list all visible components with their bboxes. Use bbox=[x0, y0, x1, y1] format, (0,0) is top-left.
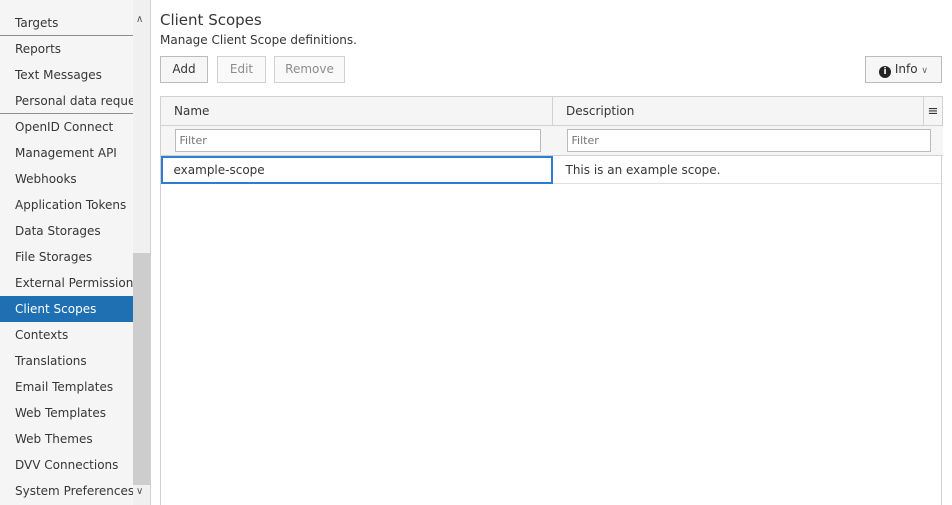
page-title: Client Scopes bbox=[160, 11, 262, 29]
column-header-description[interactable]: Description bbox=[552, 96, 924, 126]
sidebar-item-system-preferences[interactable]: System Preferences bbox=[0, 478, 133, 504]
sidebar-item-data-storages[interactable]: Data Storages bbox=[0, 218, 133, 244]
page-subtitle: Manage Client Scope definitions. bbox=[160, 33, 357, 47]
edit-button[interactable]: Edit bbox=[217, 56, 266, 83]
main-content: Client Scopes Manage Client Scope defini… bbox=[160, 0, 952, 84]
scroll-down-icon[interactable]: ∨ bbox=[136, 486, 143, 497]
name-filter-input[interactable] bbox=[174, 129, 541, 152]
table-row[interactable]: example-scope This is an example scope. bbox=[160, 155, 943, 184]
sidebar: Targets Reports Text Messages Personal d… bbox=[0, 0, 151, 505]
column-header-name[interactable]: Name bbox=[160, 96, 553, 126]
sidebar-item-email-templates[interactable]: Email Templates bbox=[0, 374, 133, 400]
sidebar-item-external-permissions[interactable]: External Permissions bbox=[0, 270, 133, 296]
info-label: Info bbox=[894, 62, 918, 76]
sidebar-item-contexts[interactable]: Contexts bbox=[0, 322, 133, 348]
sidebar-item-management-api[interactable]: Management API bbox=[0, 140, 133, 166]
sidebar-item-webhooks[interactable]: Webhooks bbox=[0, 166, 133, 192]
sidebar-item-personal-data-requests[interactable]: Personal data requests bbox=[0, 88, 133, 114]
chevron-down-icon: ∨ bbox=[921, 66, 928, 76]
sidebar-item-text-messages[interactable]: Text Messages bbox=[0, 62, 133, 88]
sidebar-item-web-themes[interactable]: Web Themes bbox=[0, 426, 133, 452]
name-filter-cell bbox=[160, 125, 553, 156]
sidebar-item-client-scopes[interactable]: Client Scopes bbox=[0, 296, 133, 322]
add-button[interactable]: Add bbox=[160, 56, 208, 83]
sidebar-item-file-storages[interactable]: File Storages bbox=[0, 244, 133, 270]
remove-button[interactable]: Remove bbox=[274, 56, 345, 83]
info-icon: i bbox=[879, 66, 892, 78]
sidebar-item-reports[interactable]: Reports bbox=[0, 36, 133, 62]
sidebar-item-translations[interactable]: Translations bbox=[0, 348, 133, 374]
sidebar-item-targets[interactable]: Targets bbox=[0, 10, 133, 36]
toolbar: Add Edit Remove i Info ∨ bbox=[160, 56, 952, 84]
description-filter-cell bbox=[552, 125, 943, 156]
scrollbar-thumb[interactable] bbox=[133, 253, 150, 485]
cell-description[interactable]: This is an example scope. bbox=[552, 155, 943, 184]
client-scopes-table: Name Description ≡ example-scope This is… bbox=[160, 96, 943, 184]
sidebar-item-application-tokens[interactable]: Application Tokens bbox=[0, 192, 133, 218]
cell-name[interactable]: example-scope bbox=[160, 155, 553, 184]
description-filter-input[interactable] bbox=[566, 129, 931, 152]
sidebar-item-web-templates[interactable]: Web Templates bbox=[0, 400, 133, 426]
column-menu-icon[interactable]: ≡ bbox=[923, 96, 943, 126]
sidebar-nav: Targets Reports Text Messages Personal d… bbox=[0, 10, 133, 504]
scroll-up-icon[interactable]: ∧ bbox=[136, 14, 143, 25]
sidebar-item-openid-connect[interactable]: OpenID Connect bbox=[0, 114, 133, 140]
info-dropdown-button[interactable]: i Info ∨ bbox=[865, 56, 942, 83]
sidebar-scrollbar[interactable]: ∧ ∨ bbox=[133, 0, 150, 505]
sidebar-item-dvv-connections[interactable]: DVV Connections bbox=[0, 452, 133, 478]
